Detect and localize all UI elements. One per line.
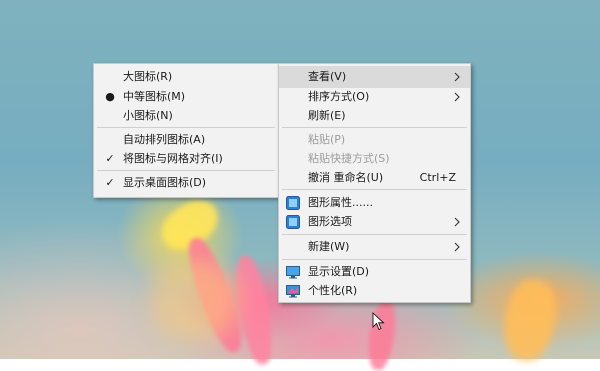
menu-item-small-icons[interactable]: 小图标(N) (94, 105, 278, 127)
menu-separator (282, 189, 467, 190)
menu-item-label: 中等图标(M) (123, 90, 186, 103)
menu-item-label: 自动排列图标(A) (123, 133, 206, 146)
monitor-icon (286, 266, 300, 279)
menu-item-graphics-options[interactable]: 图形选项 (279, 211, 470, 233)
shortcut-label: Ctrl+Z (419, 171, 456, 184)
mouse-cursor-icon (372, 312, 385, 331)
wallpaper-petal (498, 276, 562, 364)
view-submenu: 大图标(R) ● 中等图标(M) 小图标(N) 自动排列图标(A) ✓ 将图标与… (93, 63, 279, 198)
menu-item-label: 查看(V) (308, 70, 347, 83)
menu-separator (97, 170, 275, 171)
menu-separator (282, 259, 467, 260)
menu-separator (282, 127, 467, 128)
desktop-context-menu: 查看(V) 排序方式(O) 刷新(E) 粘贴(P) 粘贴快捷方式(S) 撤消 重… (278, 63, 471, 303)
menu-item-label: 显示设置(D) (308, 265, 370, 278)
menu-item-undo-rename[interactable]: 撤消 重命名(U) Ctrl+Z (279, 167, 470, 189)
menu-item-label: 图形属性...... (308, 196, 373, 209)
menu-item-large-icons[interactable]: 大图标(R) (94, 66, 278, 88)
menu-item-label: 新建(W) (308, 240, 350, 253)
checkmark-icon: ✓ (105, 176, 115, 189)
menu-item-show-desktop-icons[interactable]: ✓ 显示桌面图标(D) (94, 172, 278, 194)
intel-graphics-icon (286, 215, 300, 229)
wallpaper-petal (150, 260, 240, 340)
menu-item-personalize[interactable]: 个性化(R) (279, 280, 470, 302)
menu-item-label: 粘贴快捷方式(S) (308, 152, 390, 165)
checkmark-icon: ✓ (105, 152, 115, 165)
intel-graphics-icon (286, 196, 300, 210)
menu-item-label: 刷新(E) (308, 109, 346, 122)
personalize-monitor-icon (286, 285, 300, 298)
menu-item-label: 排序方式(O) (308, 90, 370, 103)
menu-item-refresh[interactable]: 刷新(E) (279, 105, 470, 127)
menu-item-align-to-grid[interactable]: ✓ 将图标与网格对齐(I) (94, 148, 278, 170)
menu-item-label: 显示桌面图标(D) (123, 176, 207, 189)
menu-item-label: 图形选项 (308, 215, 352, 228)
menu-item-new[interactable]: 新建(W) (279, 236, 470, 258)
menu-item-label: 粘贴(P) (308, 133, 346, 146)
chevron-right-icon (454, 217, 460, 227)
wallpaper-petal (365, 298, 399, 371)
chevron-right-icon (454, 72, 460, 82)
chevron-right-icon (454, 242, 460, 252)
menu-item-label: 个性化(R) (308, 284, 358, 297)
menu-item-label: 将图标与网格对齐(I) (123, 152, 223, 165)
menu-item-label: 大图标(R) (123, 70, 173, 83)
menu-item-view[interactable]: 查看(V) (279, 66, 470, 88)
menu-item-label: 撤消 重命名(U) (308, 171, 384, 184)
menu-separator (97, 127, 275, 128)
menu-separator (282, 234, 467, 235)
menu-item-label: 小图标(N) (123, 109, 173, 122)
